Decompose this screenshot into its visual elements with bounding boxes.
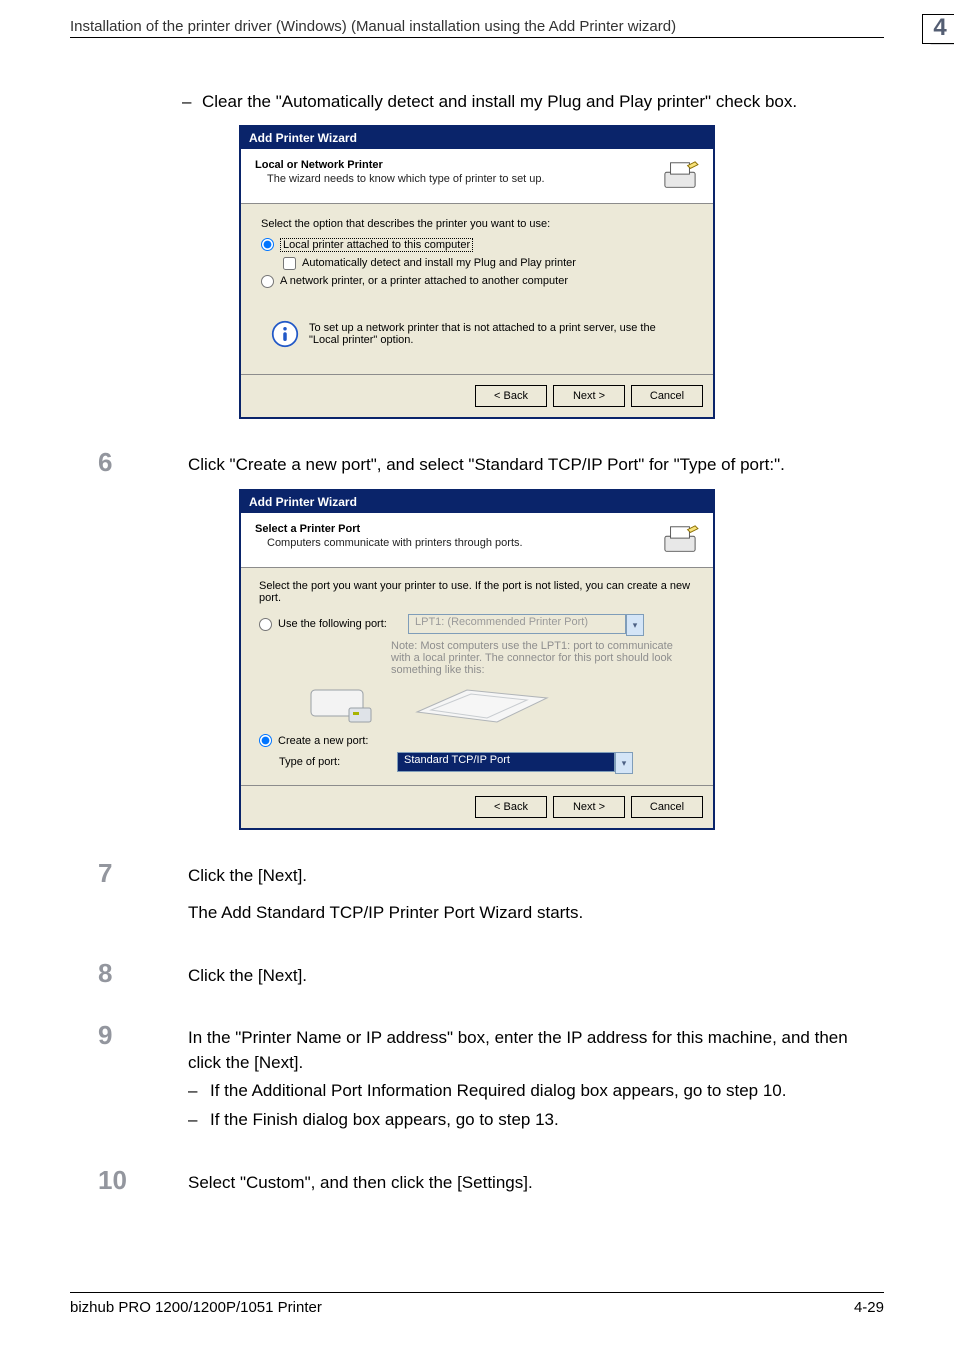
printer-wizard-icon [661, 159, 699, 193]
type-of-port-combo[interactable]: Standard TCP/IP Port ▾ [397, 752, 633, 772]
step10-text: Select "Custom", and then click the [Set… [188, 1171, 884, 1196]
network-printer-label: A network printer, or a printer attached… [280, 275, 568, 287]
add-printer-wizard-dialog-1: Add Printer Wizard Local or Network Prin… [239, 125, 715, 419]
dialog2-cancel-button[interactable]: Cancel [631, 796, 703, 818]
create-new-port-radio[interactable] [259, 734, 272, 747]
step8-text: Click the [Next]. [188, 964, 884, 989]
step-number-9: 9 [70, 1020, 188, 1051]
chapter-tab: 4 [922, 14, 924, 44]
step-number-7: 7 [70, 858, 188, 889]
dialog1-heading: Local or Network Printer [255, 159, 383, 171]
chevron-down-icon: ▾ [615, 752, 633, 774]
dialog2-titlebar: Add Printer Wizard [241, 491, 713, 513]
step9-sub2: –If the Finish dialog box appears, go to… [188, 1108, 884, 1133]
dialog1-subheading: The wizard needs to know which type of p… [255, 173, 545, 185]
chapter-number: 4 [922, 14, 954, 44]
dialog1-titlebar: Add Printer Wizard [241, 127, 713, 149]
dialog1-next-button[interactable]: Next > [553, 385, 625, 407]
step9-text: In the "Printer Name or IP address" box,… [188, 1026, 884, 1075]
dialog1-lead: Select the option that describes the pri… [261, 218, 693, 230]
auto-detect-label: Automatically detect and install my Plug… [302, 257, 576, 269]
step7-line1: Click the [Next]. [188, 864, 884, 889]
local-printer-label: Local printer attached to this computer [280, 238, 473, 252]
auto-detect-checkbox[interactable] [283, 257, 296, 270]
step7-line2: The Add Standard TCP/IP Printer Port Wiz… [188, 901, 884, 926]
dialog1-back-button[interactable]: < Back [475, 385, 547, 407]
step-number-6: 6 [70, 447, 188, 478]
step-number-8: 8 [70, 958, 188, 989]
dialog1-info-text: To set up a network printer that is not … [309, 322, 683, 346]
chevron-down-icon: ▾ [626, 614, 644, 636]
dialog2-subheading: Computers communicate with printers thro… [255, 537, 523, 549]
port-connector-illustration [305, 682, 695, 726]
dialog2-back-button[interactable]: < Back [475, 796, 547, 818]
use-port-combo[interactable]: LPT1: (Recommended Printer Port) ▾ [408, 614, 644, 634]
dialog2-lead: Select the port you want your printer to… [259, 580, 695, 604]
create-new-port-label: Create a new port: [278, 735, 369, 747]
info-icon [271, 320, 299, 348]
use-following-port-radio[interactable] [259, 618, 272, 631]
add-printer-wizard-dialog-2: Add Printer Wizard Select a Printer Port… [239, 489, 715, 830]
dialog2-note: Note: Most computers use the LPT1: port … [391, 640, 695, 676]
use-following-port-label: Use the following port: [278, 618, 402, 630]
step-number-10: 10 [70, 1165, 188, 1196]
bullet-clear-checkbox: –Clear the "Automatically detect and ins… [70, 90, 884, 115]
local-printer-radio[interactable] [261, 238, 274, 251]
use-port-value: LPT1: (Recommended Printer Port) [408, 614, 626, 634]
dialog2-heading: Select a Printer Port [255, 523, 360, 535]
breadcrumb: Installation of the printer driver (Wind… [70, 18, 676, 35]
footer-page-number: 4-29 [854, 1299, 884, 1316]
dialog1-cancel-button[interactable]: Cancel [631, 385, 703, 407]
dialog2-next-button[interactable]: Next > [553, 796, 625, 818]
printer-wizard-icon [661, 523, 699, 557]
type-of-port-label: Type of port: [279, 756, 391, 768]
type-of-port-value: Standard TCP/IP Port [397, 752, 615, 772]
network-printer-radio[interactable] [261, 275, 274, 288]
footer-product: bizhub PRO 1200/1200P/1051 Printer [70, 1299, 322, 1316]
step6-text: Click "Create a new port", and select "S… [188, 453, 884, 478]
step9-sub1: –If the Additional Port Information Requ… [188, 1079, 884, 1104]
